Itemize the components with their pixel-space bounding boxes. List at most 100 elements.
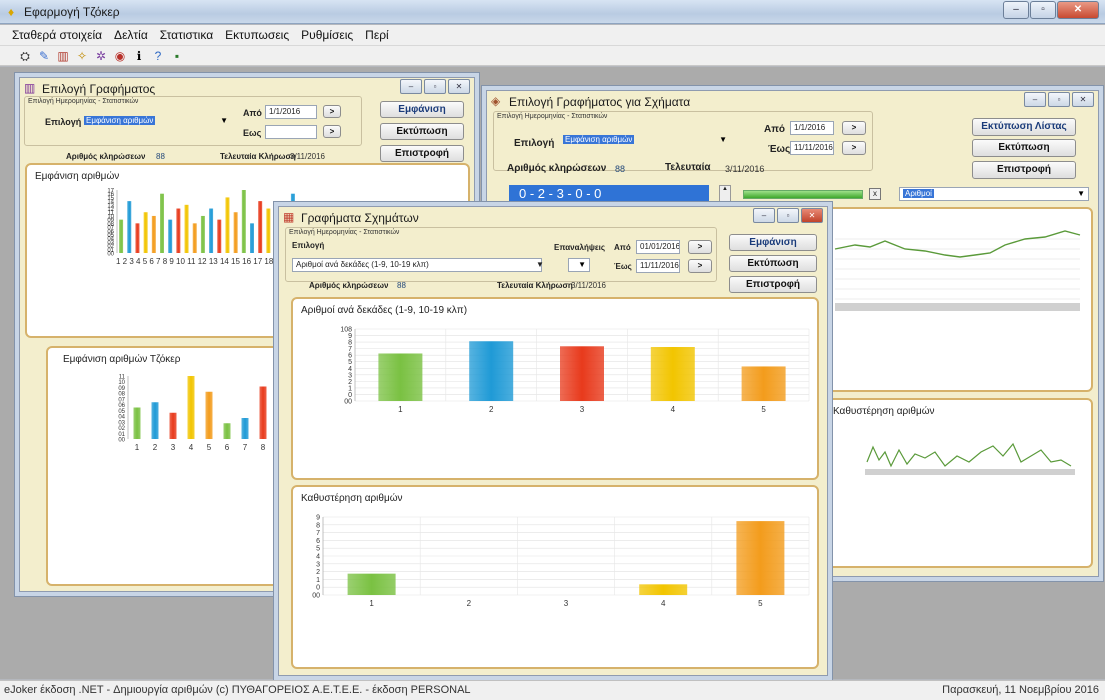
chart-icon: ▦ <box>283 210 295 224</box>
minimize-button[interactable]: – <box>753 208 775 223</box>
to-go-button[interactable]: > <box>842 141 866 155</box>
close-button[interactable]: ✕ <box>1072 92 1094 107</box>
minimize-button[interactable]: – <box>1024 92 1046 107</box>
status-text: eJoker έκδοση .NET - Δημιουργία αριθμών … <box>4 684 471 696</box>
menu-fixed-data[interactable]: Σταθερά στοιχεία <box>6 25 108 45</box>
x-tick-label: 3 <box>564 599 569 608</box>
pen-icon[interactable]: ✎ <box>37 49 51 63</box>
last-draw-label: Τελευταία Κλήρωση <box>497 281 573 290</box>
bar-7 <box>241 418 249 439</box>
minimize-button[interactable]: – <box>1003 1 1029 19</box>
globe-icon[interactable]: ◉ <box>113 49 127 63</box>
from-date-input[interactable]: 1/1/2016 <box>790 121 834 135</box>
progress-bar <box>743 190 863 199</box>
maximize-button[interactable]: ▫ <box>1030 1 1056 19</box>
wand-icon[interactable]: ✧ <box>75 49 89 63</box>
save-icon[interactable]: ▪ <box>170 49 184 63</box>
close-button[interactable]: ✕ <box>448 79 470 94</box>
to-go-button[interactable]: > <box>323 125 341 138</box>
chart-select[interactable]: Εμφάνιση αριθμών ▼ <box>560 134 730 148</box>
back-button[interactable]: Επιστροφή <box>729 276 817 293</box>
show-button[interactable]: Εμφάνιση <box>729 234 817 251</box>
chevron-down-icon[interactable]: ▼ <box>536 260 544 269</box>
menu-about[interactable]: Περί <box>359 25 395 45</box>
draws-value: 88 <box>397 281 406 290</box>
menu-settings[interactable]: Ρυθμίσεις <box>295 25 359 45</box>
print-list-button[interactable]: Εκτύπωση Λίστας <box>972 118 1076 136</box>
chart-select[interactable]: Εμφάνιση αριθμών ▼ <box>81 115 231 129</box>
y-tick-label: 00 <box>107 252 114 258</box>
show-button[interactable]: Εμφάνιση <box>380 101 464 118</box>
menu-statistics[interactable]: Στατιστικα <box>154 25 219 45</box>
pattern-scroll[interactable]: ▲ <box>719 185 731 203</box>
chart-select[interactable]: Αριθμοί ανά δεκάδες (1-9, 10-19 κλπ) <box>292 258 542 272</box>
bar-5 <box>205 391 213 439</box>
print-button[interactable]: Εκτύπωση <box>729 255 817 272</box>
pattern-display[interactable]: 0 - 2 - 3 - 0 - 0 <box>509 185 709 203</box>
back-button[interactable]: Επιστροφή <box>380 145 464 162</box>
decades-bar-chart: 1089876543210001 2 3 4 5 <box>340 327 810 414</box>
from-go-button[interactable]: > <box>688 240 712 254</box>
x-tick-label: 6 <box>225 443 230 452</box>
from-go-button[interactable]: > <box>323 105 341 118</box>
window-title: Επιλογή Γραφήματος για Σχήματα <box>509 95 691 109</box>
y-tick-label: 00 <box>118 438 125 444</box>
maximize-button[interactable]: ▫ <box>1048 92 1070 107</box>
to-label: Εως <box>243 128 262 138</box>
pattern-type-select[interactable]: Αριθμοί ▼ <box>899 187 1089 201</box>
close-button[interactable]: ✕ <box>801 208 823 223</box>
from-date-input[interactable]: 01/01/2016 <box>636 240 680 254</box>
bar-6 <box>223 423 231 439</box>
close-button[interactable]: ✕ <box>1057 1 1099 19</box>
y-tick-label: 00 <box>312 593 320 600</box>
network-icon[interactable]: ✲ <box>94 49 108 63</box>
chart-icon[interactable]: ▥ <box>56 49 70 63</box>
chart-title: Καθυστέρηση αριθμών <box>833 406 935 417</box>
pattern-icon: ◈ <box>491 94 501 108</box>
last-draw-value: 3/11/2016 <box>725 164 765 174</box>
back-button[interactable]: Επιστροφή <box>972 161 1076 179</box>
from-date-input[interactable]: 1/1/2016 <box>265 105 317 119</box>
bar-3 <box>135 223 140 253</box>
repeat-label: Επαναλήψεις <box>554 243 606 252</box>
y-tick-label: 0 <box>316 585 320 592</box>
x-tick-label: 5 <box>207 443 212 452</box>
x-tick-label: 3 <box>171 443 176 452</box>
repeat-select[interactable]: ▼ <box>568 258 590 272</box>
bar-11 <box>200 215 205 253</box>
group-label: Επιλογή Ημερομηνίας - Στατιστικών <box>497 113 608 120</box>
to-date-input[interactable]: 11/11/2016 <box>790 141 834 155</box>
menu-tickets[interactable]: Δελτία <box>108 25 154 45</box>
x-tick-label: 2 <box>467 599 472 608</box>
maximize-button[interactable]: ▫ <box>424 79 446 94</box>
bar-5 <box>736 521 785 595</box>
from-go-button[interactable]: > <box>842 121 866 135</box>
to-date-input[interactable] <box>265 125 317 139</box>
help-icon[interactable]: ? <box>151 49 165 63</box>
y-tick-label: 9 <box>316 515 320 522</box>
toolbar: ⛭ ✎ ▥ ✧ ✲ ◉ ℹ ? ▪ <box>0 46 1105 66</box>
draws-label: Αριθμός κληρώσεων <box>507 163 607 174</box>
maximize-button[interactable]: ▫ <box>777 208 799 223</box>
bar-2 <box>469 341 514 401</box>
minimize-button[interactable]: – <box>400 79 422 94</box>
print-button[interactable]: Εκτύπωση <box>380 123 464 140</box>
to-go-button[interactable]: > <box>688 259 712 273</box>
binoculars-icon[interactable]: ⛭ <box>18 49 32 63</box>
y-tick-label: 8 <box>316 522 320 529</box>
menu-prints[interactable]: Εκτυπωσεις <box>219 25 295 45</box>
print-button[interactable]: Εκτύπωση <box>972 139 1076 157</box>
to-date-input[interactable]: 11/11/2016 <box>636 259 680 273</box>
bar-17 <box>250 223 254 253</box>
info-icon[interactable]: ℹ <box>132 49 146 63</box>
bar-1 <box>347 573 396 595</box>
bar-2 <box>127 201 132 253</box>
bar-1 <box>378 353 423 401</box>
bar-16 <box>241 190 246 253</box>
y-tick-label: 2 <box>316 569 320 576</box>
window-title: Γραφήματα Σχημάτων <box>301 211 419 225</box>
bar-8 <box>176 208 181 253</box>
select-label: Επιλογή <box>514 138 555 149</box>
delay-line-chart <box>865 442 1075 475</box>
clear-button[interactable]: x <box>869 188 881 200</box>
